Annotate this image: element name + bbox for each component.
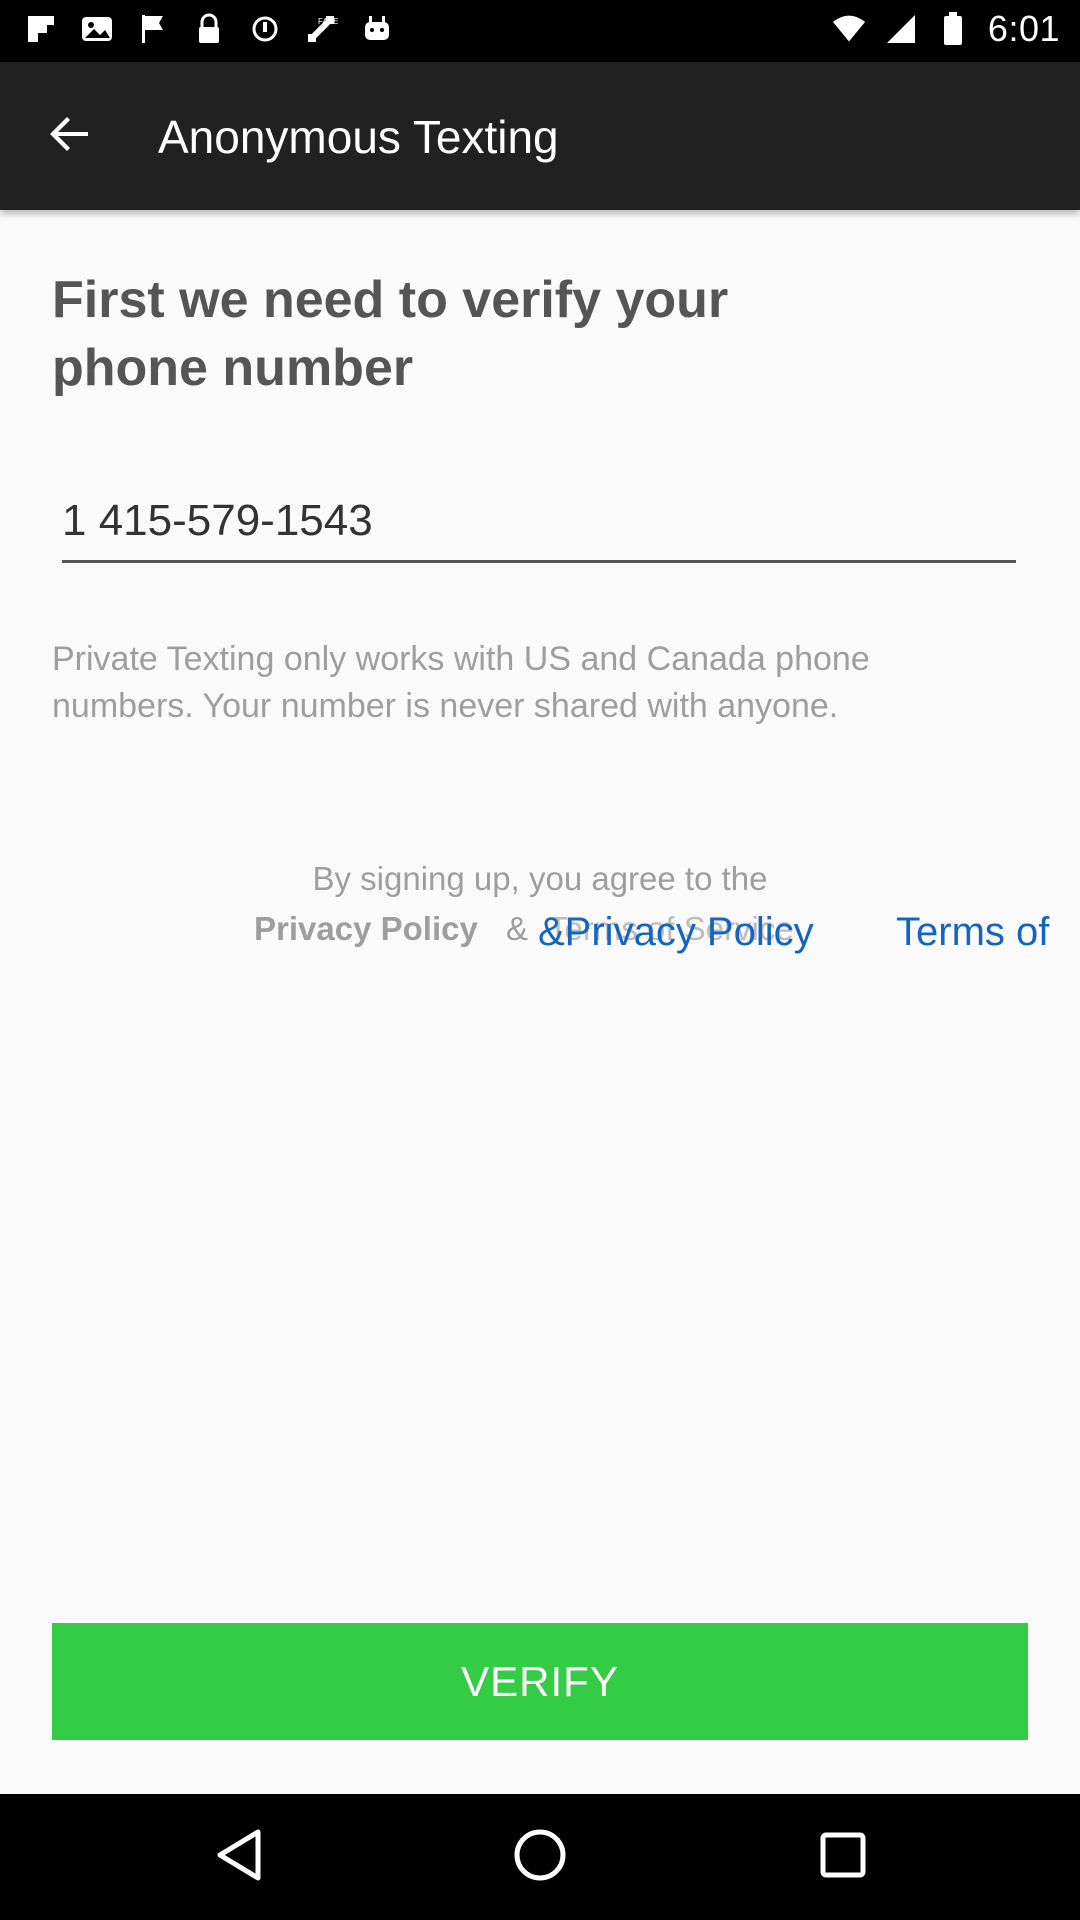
back-button[interactable]: [40, 106, 100, 166]
flipboard-icon: [24, 12, 58, 46]
flag-icon: [136, 12, 170, 46]
recents-square-icon: [818, 1830, 868, 1885]
privacy-note: Private Texting only works with US and C…: [52, 640, 870, 725]
status-left-icons: FAKE: [24, 12, 394, 46]
fake-gps-icon: FAKE: [304, 12, 338, 46]
nav-back-button[interactable]: [204, 1822, 274, 1892]
sync-icon: [248, 12, 282, 46]
arrow-back-icon: [48, 112, 92, 161]
android-icon: [360, 12, 394, 46]
back-triangle-icon: [214, 1828, 264, 1887]
phone-number-input[interactable]: [62, 488, 1016, 563]
screen: FAKE 6:01 Anonymous Texting First we nee…: [0, 0, 1080, 1920]
status-clock: 6:01: [987, 8, 1060, 49]
app-bar: Anonymous Texting: [0, 62, 1080, 210]
privacy-policy-link[interactable]: &Privacy Policy: [538, 910, 814, 955]
home-circle-icon: [512, 1827, 568, 1888]
svg-text:FAKE: FAKE: [318, 17, 338, 26]
terms-link[interactable]: Terms of: [896, 910, 1049, 955]
verify-button[interactable]: VERIFY: [52, 1623, 1028, 1740]
app-title: Anonymous Texting: [158, 111, 559, 163]
nav-recents-button[interactable]: [808, 1822, 878, 1892]
battery-icon: [936, 12, 970, 46]
ampersand-label: &: [506, 910, 529, 947]
lock-icon: [192, 12, 226, 46]
agree-text: By signing up, you agree to the: [312, 860, 768, 897]
navigation-bar: [0, 1794, 1080, 1920]
wifi-icon: [832, 12, 866, 46]
privacy-policy-label: Privacy Policy: [254, 910, 478, 947]
image-icon: [80, 12, 114, 46]
status-bar: FAKE 6:01: [0, 0, 1080, 62]
signal-icon: [884, 12, 918, 46]
policy-links-row: Privacy Policy & Terms of Service &Priva…: [0, 910, 1080, 960]
nav-home-button[interactable]: [505, 1822, 575, 1892]
status-right-icons: 6:01: [832, 8, 1060, 50]
verify-heading: First we need to verify your phone numbe…: [52, 271, 729, 397]
